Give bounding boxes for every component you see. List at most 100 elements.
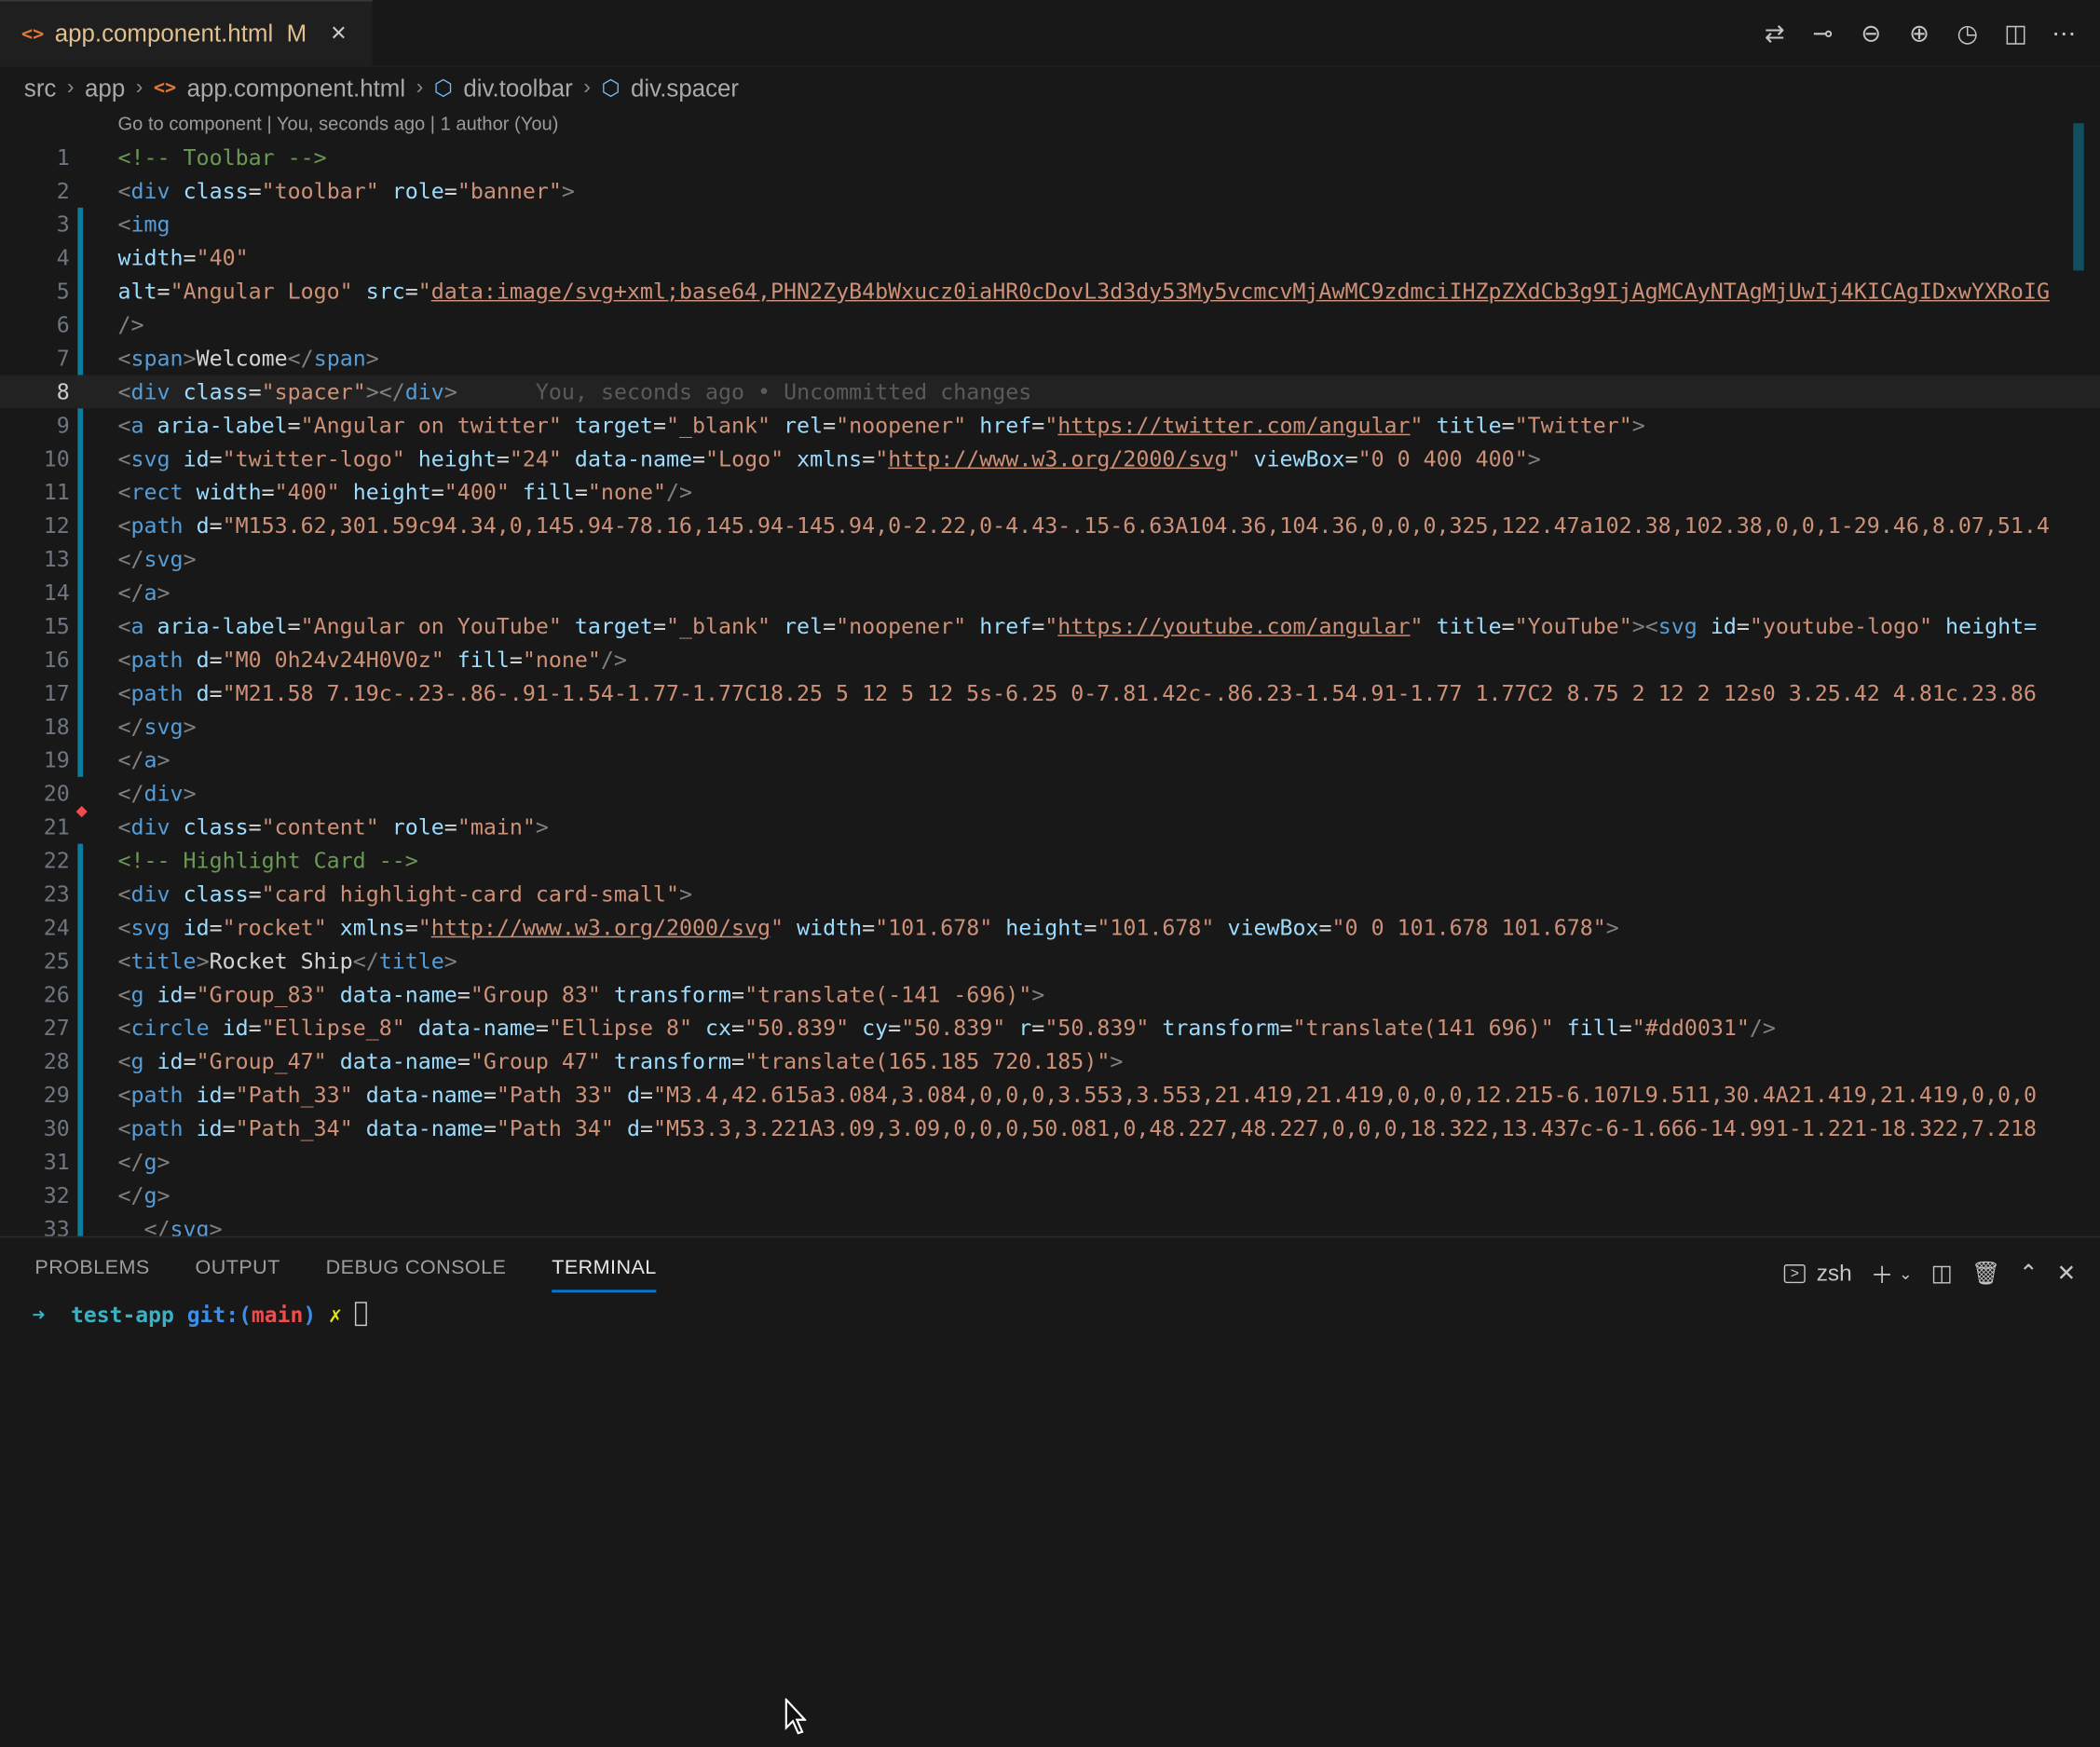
code-token: height — [339, 479, 431, 505]
breadcrumb-item-app[interactable]: app — [85, 75, 125, 102]
code-editor[interactable]: 1 <!-- Toolbar --> 2 <div class="toolbar" r… — [0, 141, 2100, 1236]
code-token: = — [1031, 613, 1045, 639]
code-token: > — [196, 948, 210, 975]
code-line[interactable]: 3 <img — [0, 208, 2100, 241]
go-back-icon[interactable]: ⊖ — [1856, 16, 1886, 50]
code-line[interactable]: 12 <path d="M153.62,301.59c94.34,0,145.94… — [0, 509, 2100, 542]
code-line[interactable]: 30 <path id="Path_34" data-name="Path 34"… — [0, 1112, 2100, 1145]
code-line[interactable]: 31 </g> — [0, 1145, 2100, 1179]
code-line[interactable]: 14 </a> — [0, 576, 2100, 609]
code-token: id — [183, 1082, 223, 1108]
breadcrumb-item-file[interactable]: app.component.html — [187, 75, 405, 102]
codelens-blame[interactable]: Go to component | You, seconds ago | 1 a… — [118, 113, 559, 134]
code-line[interactable]: 9 <a aria-label="Angular on twitter" targ… — [0, 408, 2100, 442]
code-line[interactable]: 23 <div class="card highlight-card card-s… — [0, 878, 2100, 911]
code-line[interactable]: 2 <div class="toolbar" role="banner"> — [0, 174, 2100, 208]
code-line[interactable]: 6 /> — [0, 308, 2100, 342]
code-line[interactable]: 16 <path d="M0 0h24v24H0V0z" fill="none"/… — [0, 643, 2100, 676]
code-line[interactable]: 27 <circle id="Ellipse_8" data-name="Elli… — [0, 1011, 2100, 1044]
close-panel-icon[interactable]: ✕ — [2057, 1260, 2076, 1287]
code-line[interactable]: 13 </svg> — [0, 542, 2100, 576]
terminal-shell-label[interactable]: zsh — [1817, 1260, 1852, 1287]
tab-problems[interactable]: PROBLEMS — [34, 1256, 149, 1292]
code-line[interactable]: 10 <svg id="twitter-logo" height="24" dat… — [0, 442, 2100, 475]
code-token: "none" — [522, 647, 601, 673]
close-icon[interactable]: × — [331, 19, 347, 49]
code-line[interactable]: 1 <!-- Toolbar --> — [0, 141, 2100, 174]
code-line[interactable]: 20 </div> — [0, 777, 2100, 811]
split-terminal-icon[interactable]: ◫ — [1931, 1260, 1953, 1287]
line-code: <path d="M21.58 7.19c-.23-.86-.91-1.54-1… — [118, 676, 2037, 710]
split-editor-icon[interactable]: ◫ — [2001, 16, 2031, 50]
tab-output[interactable]: OUTPUT — [196, 1256, 280, 1292]
source-control-compare-icon[interactable]: ⇄ — [1760, 16, 1790, 50]
code-line[interactable]: 32 </g> — [0, 1179, 2100, 1212]
code-token: div — [130, 178, 170, 204]
code-token: xmlns — [784, 445, 863, 471]
code-token: > — [561, 178, 575, 204]
code-line[interactable]: 28 <g id="Group_47" data-name="Group 47" … — [0, 1044, 2100, 1078]
tab-app-component-html[interactable]: <> app.component.html M × — [0, 0, 373, 67]
more-actions-icon[interactable]: ⋯ — [2049, 16, 2079, 50]
code-line[interactable]: 18 </svg> — [0, 710, 2100, 744]
trash-icon[interactable]: 🗑 — [1971, 1260, 2000, 1287]
code-line[interactable]: 8 <div class="spacer"></div> You, seconds… — [0, 375, 2100, 409]
code-token: data-name — [326, 1048, 457, 1074]
git-timeline-icon[interactable]: ◷ — [1953, 16, 1983, 50]
code-token: title — [1423, 613, 1502, 639]
code-token: href — [966, 613, 1032, 639]
line-code: <rect width="400" height="400" fill="non… — [118, 475, 693, 509]
maximize-panel-icon[interactable]: ⌃ — [2019, 1260, 2038, 1287]
new-terminal-icon[interactable]: ＋ — [1871, 1256, 1893, 1290]
tab-debug-console[interactable]: DEBUG CONSOLE — [326, 1256, 507, 1292]
breadcrumb-item-spacer[interactable]: div.spacer — [631, 75, 739, 102]
code-token: = — [209, 445, 223, 471]
tab-terminal[interactable]: TERMINAL — [552, 1256, 657, 1293]
code-line[interactable]: 22 <!-- Highlight Card --> — [0, 844, 2100, 878]
code-token: div — [143, 781, 184, 807]
chevron-down-icon[interactable]: ⌄ — [1899, 1263, 1912, 1282]
code-line[interactable]: 26 <g id="Group_83" data-name="Group 83" … — [0, 977, 2100, 1011]
code-token: > — [157, 580, 170, 606]
code-line[interactable]: 5 alt="Angular Logo" src="data:image/svg+… — [0, 275, 2100, 308]
terminal-output[interactable]: ➜ test-app git:(main) ✗ — [32, 1302, 367, 1328]
code-token: = — [888, 1015, 902, 1041]
code-line[interactable]: 19 </a> — [0, 744, 2100, 777]
git-commit-icon[interactable]: ⊸ — [1808, 16, 1838, 50]
go-forward-icon[interactable]: ⊕ — [1904, 16, 1934, 50]
line-number: 1 — [56, 144, 70, 171]
line-code: <img — [118, 208, 170, 241]
code-line[interactable]: 11 <rect width="400" height="400" fill="n… — [0, 475, 2100, 509]
code-line[interactable]: 17 <path d="M21.58 7.19c-.23-.86-.91-1.54… — [0, 676, 2100, 710]
prompt-arrow: ➜ — [32, 1302, 46, 1328]
code-token: < — [117, 512, 131, 539]
code-line[interactable]: 21 <div class="content" role="main"> — [0, 811, 2100, 844]
code-token: id — [183, 1115, 223, 1141]
code-line[interactable]: 15 <a aria-label="Angular on YouTube" tar… — [0, 609, 2100, 643]
code-token: "Ellipse_8" — [261, 1015, 405, 1041]
line-number: 15 — [43, 613, 70, 639]
code-token: http://www.w3.org/2000/svg — [430, 914, 771, 941]
line-number: 11 — [43, 479, 70, 505]
line-code: <div class="card highlight-card card-sma… — [118, 878, 692, 911]
code-token: d — [613, 1115, 640, 1141]
code-line[interactable]: 4 width="40" — [0, 241, 2100, 275]
line-number: 22 — [43, 847, 70, 874]
code-token: d — [613, 1082, 640, 1108]
code-token: > — [443, 378, 457, 405]
code-token: id — [170, 445, 210, 471]
chevron-right-icon: › — [66, 75, 75, 100]
breadcrumb-item-toolbar[interactable]: div.toolbar — [463, 75, 572, 102]
code-token: > — [1031, 981, 1045, 1007]
code-line[interactable]: 25 <title>Rocket Ship</title> — [0, 944, 2100, 977]
code-token: = — [222, 1115, 236, 1141]
code-line[interactable]: 33 </svg> — [0, 1212, 2100, 1236]
code-line[interactable]: 7 <span>Welcome</span> — [0, 342, 2100, 375]
code-line[interactable]: 29 <path id="Path_33" data-name="Path 33"… — [0, 1078, 2100, 1112]
code-token: data-name — [352, 1115, 484, 1141]
code-token: div — [404, 378, 444, 405]
code-line[interactable]: 24 <svg id="rocket" xmlns="http://www.w3.… — [0, 911, 2100, 945]
code-token: < — [117, 1082, 131, 1108]
code-token: "50.839" — [901, 1015, 1006, 1041]
breadcrumb-item-src[interactable]: src — [24, 75, 57, 102]
